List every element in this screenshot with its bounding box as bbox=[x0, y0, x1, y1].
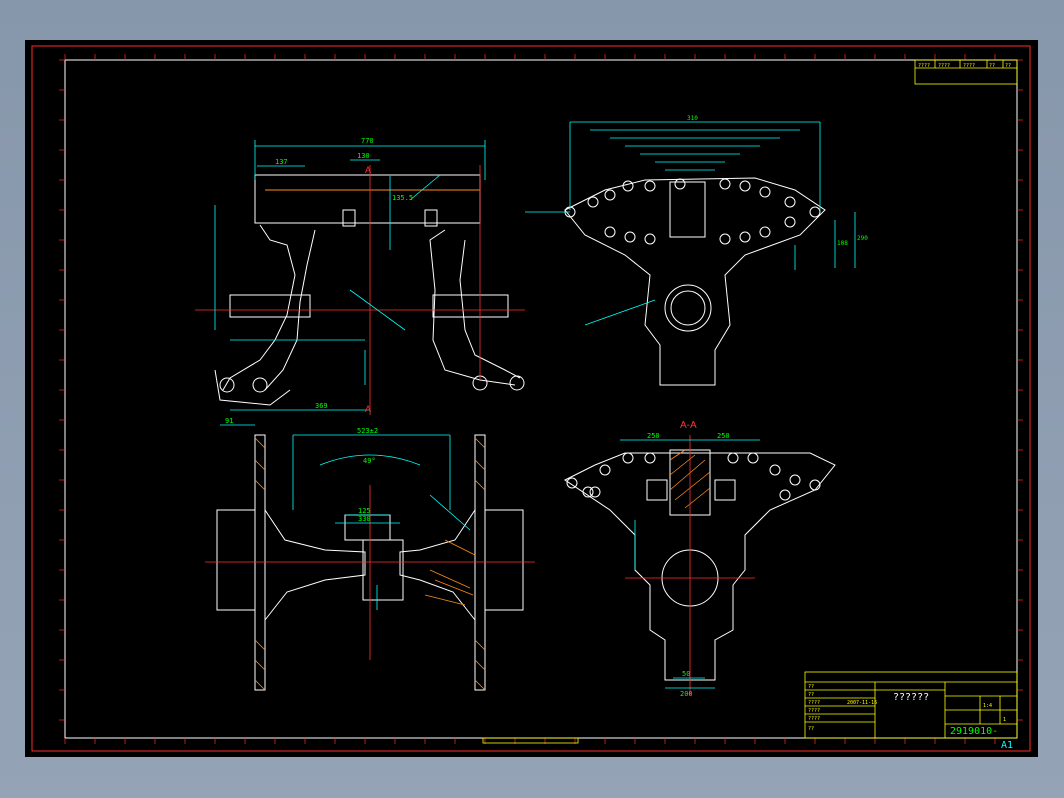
dim-250-left: 250 bbox=[647, 432, 660, 440]
section-label-a-a: A-A bbox=[680, 420, 697, 431]
dim-523: 523±2 bbox=[357, 427, 378, 435]
side-view bbox=[564, 177, 826, 386]
dim-49deg: 49° bbox=[363, 457, 376, 465]
title-date: 2007-11-16 bbox=[847, 700, 877, 706]
dim-50: 50 bbox=[682, 670, 690, 678]
title-row-3: ???? bbox=[808, 700, 820, 706]
front-view-dim-text: 770 137 130 135.5 369 91 bbox=[225, 137, 413, 425]
plan-view-dim-text: 523±2 49° 125 330 bbox=[357, 427, 378, 523]
section-dim-text: 250 250 50 200 bbox=[647, 432, 730, 698]
dim-91: 91 bbox=[225, 417, 233, 425]
engineering-drawing: 770 137 130 135.5 369 91 A A 310 290 108… bbox=[31, 45, 1031, 752]
side-view-bolt-holes bbox=[564, 178, 821, 245]
dim-330: 330 bbox=[358, 515, 371, 523]
dim-369: 369 bbox=[315, 402, 328, 410]
side-view-dims bbox=[525, 121, 856, 326]
dim-250-right: 250 bbox=[717, 432, 730, 440]
view-marker-a-top: A bbox=[365, 165, 371, 175]
header-cell-5: ?? bbox=[1005, 63, 1011, 69]
header-cell-4: ?? bbox=[989, 63, 995, 69]
drawing-canvas[interactable]: 770 137 130 135.5 369 91 A A 310 290 108… bbox=[25, 40, 1038, 757]
view-marker-a-bottom: A bbox=[365, 404, 371, 414]
header-cell-3: ???? bbox=[963, 63, 975, 69]
section-bolts bbox=[566, 452, 821, 501]
dim-290: 290 bbox=[857, 235, 868, 242]
dim-770: 770 bbox=[361, 137, 374, 145]
cad-viewer-background: 770 137 130 135.5 369 91 A A 310 290 108… bbox=[0, 0, 1064, 798]
section-centerlines bbox=[625, 435, 755, 695]
dim-137: 137 bbox=[275, 158, 288, 166]
title-sheet-no: 1 bbox=[1003, 717, 1006, 723]
dim-125: 125 bbox=[358, 507, 371, 515]
dim-108: 108 bbox=[837, 240, 848, 247]
dim-310: 310 bbox=[687, 115, 698, 122]
side-view-dim-text: 310 290 108 bbox=[687, 115, 868, 247]
sheet-size: A1 bbox=[1001, 740, 1013, 751]
outer-border bbox=[31, 45, 1031, 752]
title-row-4: ???? bbox=[808, 708, 820, 714]
title-scale: 1:4 bbox=[983, 703, 992, 709]
title-row-5: ???? bbox=[808, 716, 820, 722]
title-row-2: ?? bbox=[808, 692, 814, 698]
dim-200: 200 bbox=[680, 690, 693, 698]
zone-markers bbox=[59, 54, 1023, 744]
front-view bbox=[214, 174, 525, 406]
header-cell-2: ???? bbox=[938, 63, 950, 69]
dim-135: 135.5 bbox=[392, 194, 413, 202]
bottom-center-bar bbox=[482, 737, 579, 744]
title-name: ?????? bbox=[893, 692, 929, 703]
inner-border bbox=[64, 59, 1018, 739]
title-row-1: ?? bbox=[808, 684, 814, 690]
dim-130: 130 bbox=[357, 152, 370, 160]
title-row-6: ?? bbox=[808, 726, 814, 732]
header-cell-1: ???? bbox=[918, 63, 930, 69]
drawing-number: 2919010- bbox=[950, 726, 998, 737]
